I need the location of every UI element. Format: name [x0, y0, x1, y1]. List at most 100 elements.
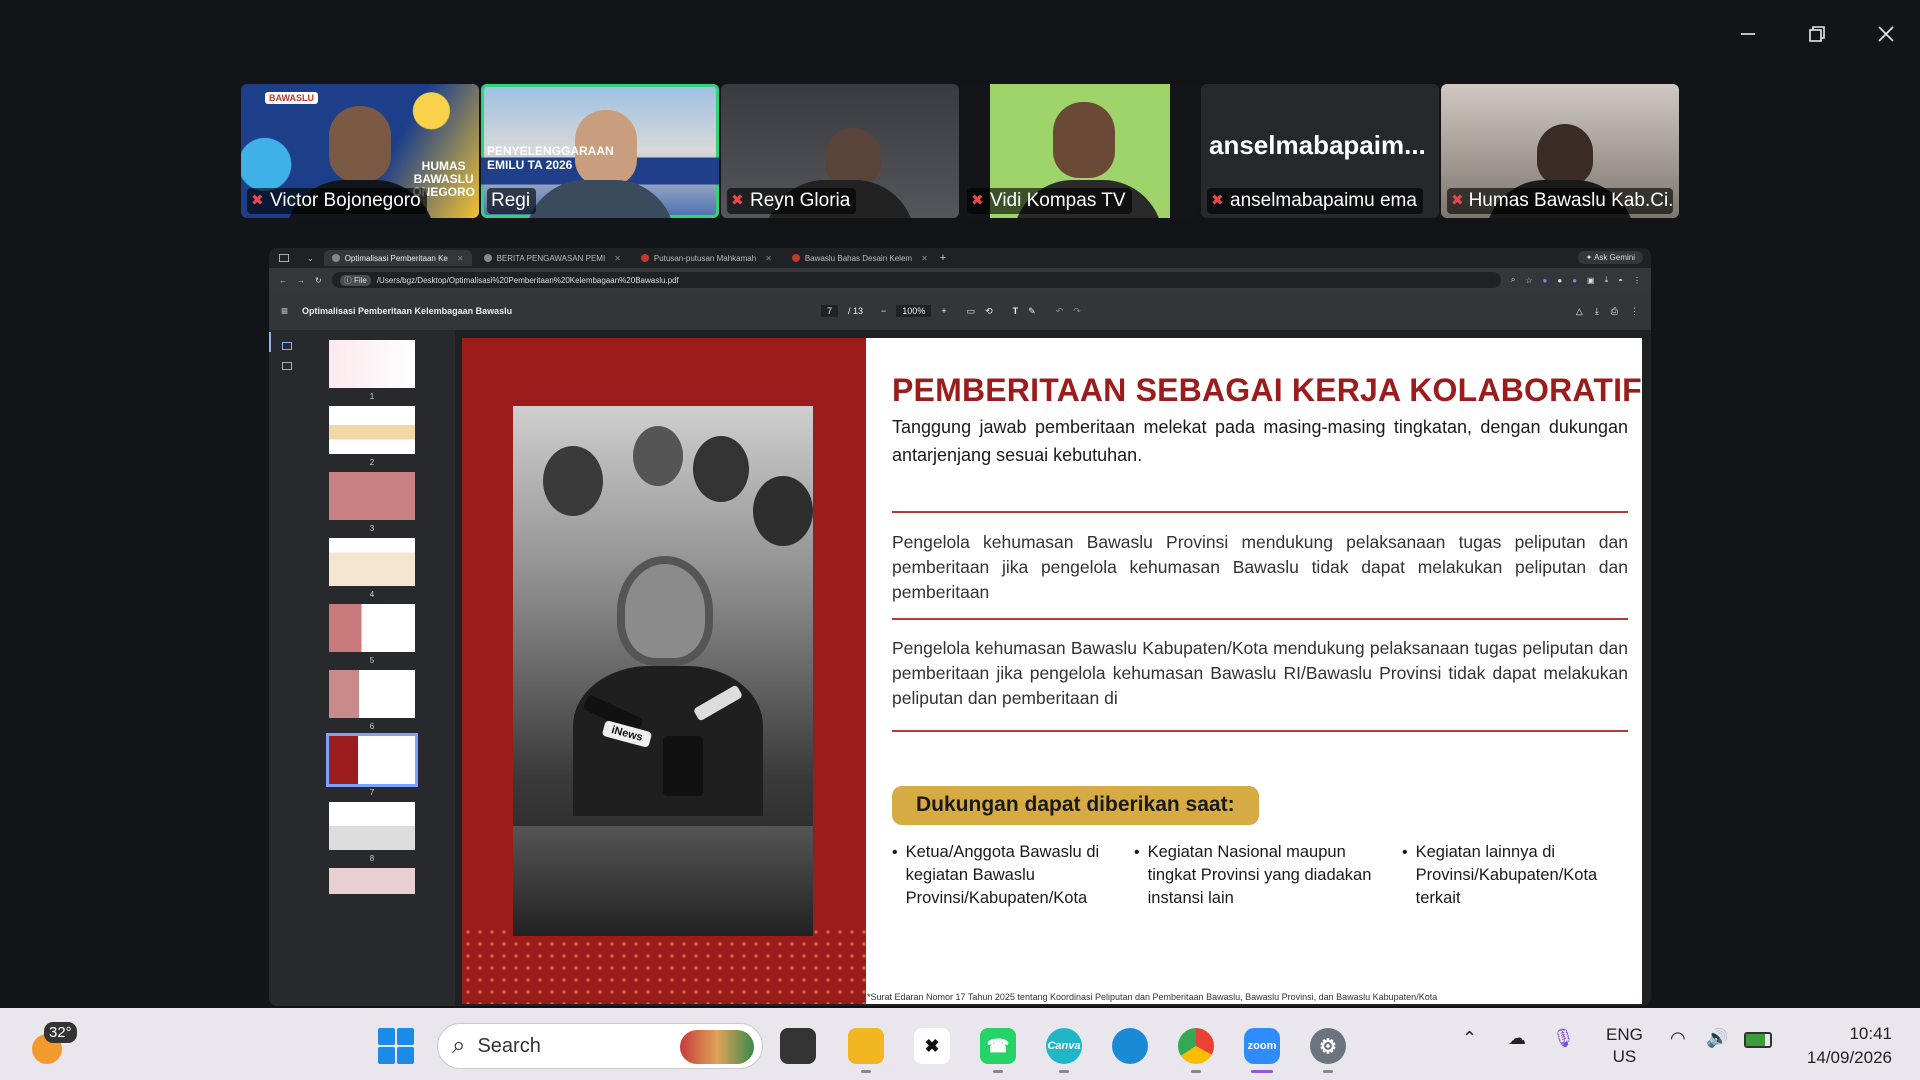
- profile-avatar-icon[interactable]: ◓: [1618, 276, 1623, 285]
- start-button[interactable]: [378, 1028, 414, 1064]
- page-thumbnail[interactable]: [329, 868, 415, 894]
- browser-tab[interactable]: Optimalisasi Pemberitaan Ke ✕: [323, 250, 472, 266]
- address-bar[interactable]: ⓘ File /Users/bgz/Desktop/Optimalisasi%2…: [331, 272, 1501, 288]
- show-hidden-icons-chevron-icon[interactable]: ⌃: [1462, 1028, 1477, 1049]
- screen-share: ⌄ Optimalisasi Pemberitaan Ke ✕ BERITA PE…: [269, 248, 1651, 1006]
- running-indicator: [1191, 1070, 1201, 1073]
- file-explorer-icon[interactable]: [848, 1028, 884, 1064]
- zoom-out-icon[interactable]: −: [881, 306, 886, 316]
- tab-menu-icon[interactable]: [279, 254, 289, 262]
- outline-view-icon[interactable]: [282, 362, 292, 370]
- press-conference-photo: iNews: [513, 406, 813, 936]
- text-annotation-icon[interactable]: T: [1013, 306, 1019, 316]
- language-indicator[interactable]: ENG US: [1606, 1024, 1643, 1068]
- whatsapp-icon[interactable]: ☎: [980, 1028, 1016, 1064]
- new-tab-icon[interactable]: +: [940, 252, 946, 264]
- system-clock[interactable]: 10:41 14/09/2026: [1807, 1022, 1892, 1070]
- back-icon[interactable]: ←: [279, 276, 287, 285]
- page-thumbnail[interactable]: [329, 670, 415, 718]
- participant-tile[interactable]: ✖ Humas Bawaslu Kab.Ci...: [1441, 84, 1679, 218]
- page-number-input[interactable]: 7: [821, 305, 839, 317]
- chevron-down-icon[interactable]: ⌄: [307, 254, 314, 263]
- search-placeholder: Search: [477, 1034, 541, 1057]
- forward-icon[interactable]: →: [297, 276, 305, 285]
- ask-gemini-button[interactable]: ✦ Ask Gemini: [1577, 251, 1643, 264]
- weather-widget[interactable]: 32°: [30, 1020, 77, 1064]
- bookmark-star-icon[interactable]: ☆: [1525, 276, 1532, 285]
- close-tab-icon[interactable]: ✕: [765, 254, 772, 263]
- wifi-icon[interactable]: ◠: [1670, 1028, 1686, 1049]
- browser-tab[interactable]: Bawaslu Bahas Desain Kelem ✕: [784, 250, 936, 266]
- mic-muted-icon: ✖: [731, 192, 744, 209]
- extension-icon[interactable]: ●: [1543, 276, 1548, 285]
- puzzle-icon[interactable]: ▣: [1587, 276, 1595, 285]
- mic-muted-icon: ✖: [1451, 192, 1464, 209]
- draw-icon[interactable]: ✎: [1028, 306, 1036, 317]
- url-text: /Users/bgz/Desktop/Optimalisasi%20Pember…: [376, 275, 679, 285]
- gemini-icon: ✦: [1585, 253, 1595, 262]
- extension-icon[interactable]: ●: [1557, 276, 1562, 285]
- participant-tile[interactable]: ✖ Reyn Gloria: [721, 84, 959, 218]
- close-tab-icon[interactable]: ✕: [614, 254, 621, 263]
- thumbnail-list: 1 2 3 4 5 6 7 8: [326, 340, 418, 894]
- taskbar-search[interactable]: ⌕ Search: [437, 1023, 763, 1069]
- reload-icon[interactable]: ↻: [315, 276, 322, 285]
- rotate-icon[interactable]: ⟲: [985, 306, 993, 317]
- divider: [892, 511, 1628, 513]
- close-tab-icon[interactable]: ✕: [921, 254, 928, 263]
- download-icon[interactable]: ⤓: [1605, 275, 1609, 285]
- edge-icon[interactable]: [1112, 1028, 1148, 1064]
- participant-avatar-name: anselmabapaim...: [1209, 130, 1426, 160]
- chrome-icon[interactable]: [1178, 1028, 1214, 1064]
- microphone-icon[interactable]: 🎙: [1552, 1028, 1575, 1049]
- restore-button[interactable]: [1797, 18, 1837, 50]
- settings-gear-icon[interactable]: ⚙: [1310, 1028, 1346, 1064]
- zoom-in-icon[interactable]: +: [941, 306, 946, 316]
- running-indicator: [1323, 1070, 1333, 1073]
- task-view-icon[interactable]: [780, 1028, 816, 1064]
- restore-icon: [1809, 26, 1825, 42]
- page-thumbnail[interactable]: [329, 340, 415, 388]
- volume-icon[interactable]: 🔊: [1706, 1028, 1728, 1049]
- minimize-button[interactable]: [1728, 18, 1768, 50]
- zoom-lens-icon[interactable]: ⌕: [1511, 275, 1515, 285]
- close-tab-icon[interactable]: ✕: [457, 254, 464, 263]
- onedrive-icon[interactable]: ☁: [1508, 1028, 1526, 1049]
- zoom-icon[interactable]: zoom: [1244, 1028, 1280, 1064]
- participant-name-tag: ✖ Reyn Gloria: [727, 188, 857, 214]
- zoom-level-input[interactable]: 100%: [896, 305, 932, 317]
- extension-icon[interactable]: ●: [1572, 276, 1577, 285]
- capcut-icon[interactable]: ✖: [914, 1028, 950, 1064]
- print-icon[interactable]: ⎙: [1611, 306, 1618, 317]
- participant-tile[interactable]: anselmabapaim... ✖ anselmabapaimu ema: [1201, 84, 1439, 218]
- thumbnail-view-icon[interactable]: [282, 342, 292, 350]
- battery-icon[interactable]: [1744, 1032, 1772, 1048]
- windows-taskbar: 32° ⌕ Search ✖ ☎ Canva zoom ⚙ ⌃ ☁ 🎙 ENG …: [0, 1008, 1920, 1080]
- drive-icon[interactable]: △: [1576, 306, 1583, 317]
- redo-icon[interactable]: ↷: [1073, 306, 1081, 317]
- list-item: • Kegiatan lainnya di Provinsi/Kabupaten/…: [1402, 843, 1598, 907]
- fit-page-icon[interactable]: ▭: [967, 306, 976, 317]
- page-thumbnail[interactable]: [329, 472, 415, 520]
- browser-tab[interactable]: BERITA PENGAWASAN PEMI ✕: [476, 250, 629, 266]
- browser-tab[interactable]: Putusan-putusan Mahkamah ✕: [633, 250, 780, 266]
- participant-name-tag: ✖ Vidi Kompas TV: [967, 188, 1132, 214]
- clock-time: 10:41: [1849, 1024, 1892, 1043]
- participant-tile-active-speaker[interactable]: PENYELENGGARAAN EMILU TA 2026 Regi: [481, 84, 719, 218]
- participant-tile[interactable]: ✖ Vidi Kompas TV: [961, 84, 1199, 218]
- hamburger-menu-icon[interactable]: ≡: [281, 304, 288, 318]
- canva-icon[interactable]: Canva: [1046, 1028, 1082, 1064]
- slide-title: PEMBERITAAN SEBAGAI KERJA KOLABORATIF: [892, 372, 1642, 408]
- pdf-more-icon[interactable]: ⋮: [1630, 306, 1639, 317]
- page-thumbnail-selected[interactable]: [326, 733, 418, 787]
- page-thumbnail[interactable]: [329, 604, 415, 652]
- page-thumbnail[interactable]: [329, 802, 415, 850]
- list-item: • Ketua/Anggota Bawaslu di kegiatan Bawas…: [892, 843, 1100, 907]
- page-thumbnail[interactable]: [329, 406, 415, 454]
- kebab-menu-icon[interactable]: ⋮: [1633, 276, 1641, 285]
- pdf-download-icon[interactable]: ⤓: [1595, 306, 1599, 317]
- page-thumbnail[interactable]: [329, 538, 415, 586]
- participant-tile[interactable]: HUMAS BAWASLU ONEGORO BAWASLU ✖ Victor Bo…: [241, 84, 479, 218]
- undo-icon[interactable]: ↶: [1056, 306, 1064, 317]
- close-button[interactable]: [1866, 18, 1906, 50]
